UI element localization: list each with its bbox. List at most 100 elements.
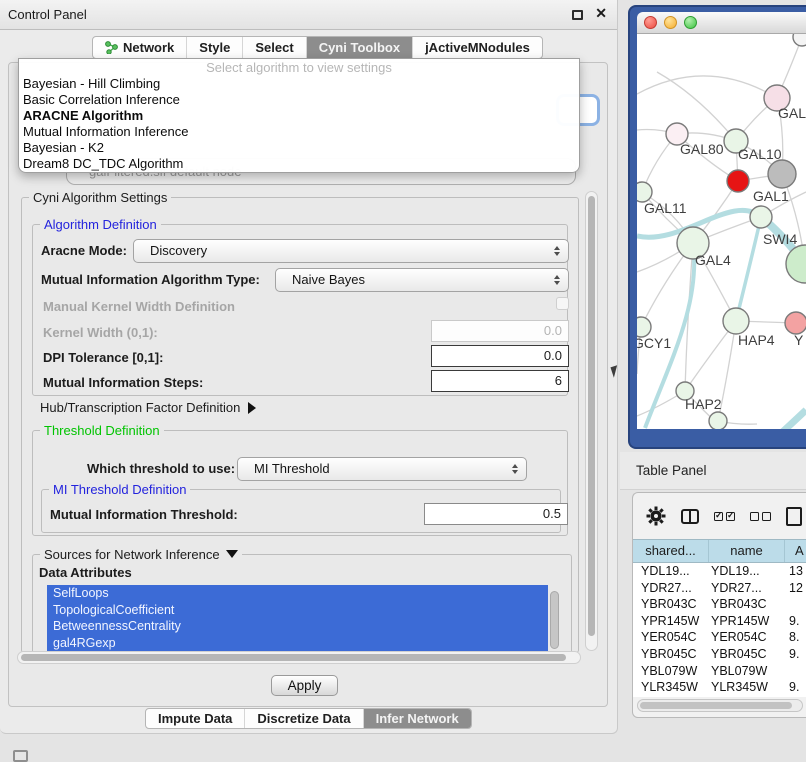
kernel-width-field[interactable]: 0.0 (431, 320, 569, 342)
network-node[interactable] (709, 412, 727, 429)
mi-threshold-definition-group: MI Threshold Definition Mutual Informati… (41, 489, 561, 533)
sources-group: Sources for Network Inference Data Attri… (32, 554, 572, 654)
table-cell: 8. (783, 629, 806, 646)
node-label: SWI4 (763, 231, 797, 247)
table-row[interactable]: YPR145WYPR145W9. (633, 613, 806, 630)
attribute-list-item[interactable]: SelfLoops (47, 585, 548, 602)
sources-title: Sources for Network Inference (40, 547, 242, 562)
network-node[interactable] (750, 206, 772, 228)
network-node[interactable] (727, 170, 749, 192)
apply-button[interactable]: Apply (271, 675, 338, 696)
new-table-icon[interactable] (786, 507, 802, 526)
table-row[interactable]: YDL19...YDL19...13 (633, 563, 806, 580)
table-cell: YER054C (707, 629, 783, 646)
mi-threshold-field[interactable]: 0.5 (424, 503, 568, 525)
algorithm-option[interactable]: Basic Correlation Inference (19, 92, 579, 108)
threshold-definition-title: Threshold Definition (40, 423, 164, 438)
mi-type-label: Mutual Information Algorithm Type: (41, 268, 260, 292)
table-row[interactable]: YBR045CYBR045C9. (633, 646, 806, 663)
table-cell: YIL052C (633, 696, 707, 697)
column-header-clipped[interactable]: A (785, 540, 806, 562)
algorithm-option[interactable]: Dream8 DC_TDC Algorithm (19, 156, 579, 172)
column-header-name[interactable]: name (709, 540, 785, 562)
algorithm-option[interactable]: Mutual Information Inference (19, 124, 579, 140)
settings-vertical-scrollbar-thumb[interactable] (588, 196, 595, 636)
manual-kernel-width-checkbox[interactable] (556, 297, 569, 310)
table-cell: YBL079W (707, 663, 783, 680)
deselect-all-columns-icon[interactable] (750, 512, 771, 521)
mi-type-combo[interactable]: Naive Bayes (275, 268, 569, 292)
algorithm-option[interactable]: ARACNE Algorithm (19, 108, 579, 124)
network-node[interactable] (768, 160, 796, 188)
column-header-shared-name[interactable]: shared... (633, 540, 709, 562)
algorithm-option[interactable]: Bayesian - Hill Climbing (19, 76, 579, 92)
network-node[interactable] (793, 34, 806, 46)
mi-threshold-label: Mutual Information Threshold: (50, 503, 238, 526)
control-panel-tabbar: Network Style Select Cyni Toolbox jActiv… (92, 36, 543, 59)
close-icon[interactable]: ✕ (595, 5, 607, 22)
float-window-icon[interactable] (572, 10, 583, 20)
tab-cyni-toolbox-label: Cyni Toolbox (319, 40, 400, 55)
close-traffic-light[interactable] (644, 16, 657, 29)
table-row[interactable]: YIL052CYIL052C9 (633, 696, 806, 697)
table-row[interactable]: YBR043CYBR043C (633, 596, 806, 613)
list-scrollbar-thumb[interactable] (550, 591, 559, 649)
tab-style[interactable]: Style (187, 37, 243, 58)
table-cell: YPR145W (633, 613, 707, 630)
tab-network[interactable]: Network (93, 37, 187, 58)
table-horizontal-scrollbar-thumb[interactable] (640, 702, 792, 709)
table-row[interactable]: YDR27...YDR27...12 (633, 580, 806, 597)
network-canvas-svg: GALGAL80GAL10GAL1GAL11SWI4GAL4HAP4YGCY1H… (637, 34, 806, 429)
table-cell: YER054C (633, 629, 707, 646)
network-node[interactable] (637, 317, 651, 337)
network-node[interactable] (637, 182, 652, 202)
minimize-traffic-light[interactable] (664, 16, 677, 29)
table-row[interactable]: YBL079WYBL079W (633, 663, 806, 680)
tab-discretize-data[interactable]: Discretize Data (245, 709, 363, 728)
table-cell: 9 (783, 696, 806, 697)
spinner-arrows-icon (554, 275, 560, 285)
table-panel: shared... name A YDL19...YDL19...13YDR27… (632, 492, 806, 718)
table-cell: YBR043C (707, 596, 783, 613)
network-node[interactable] (785, 312, 806, 334)
which-threshold-combo[interactable]: MI Threshold (237, 457, 527, 481)
zoom-traffic-light[interactable] (684, 16, 697, 29)
table-cell: YIL052C (707, 696, 783, 697)
select-all-columns-icon[interactable] (714, 512, 735, 521)
dock-panel-icon[interactable] (13, 750, 28, 762)
tab-impute-data[interactable]: Impute Data (146, 709, 245, 728)
table-row[interactable]: YER054CYER054C8. (633, 629, 806, 646)
split-columns-icon[interactable] (681, 509, 699, 524)
algorithm-option[interactable]: Bayesian - K2 (19, 140, 579, 156)
table-row[interactable]: YLR345WYLR345W9. (633, 679, 806, 696)
manual-kernel-width-label: Manual Kernel Width Definition (43, 299, 235, 314)
data-attributes-label: Data Attributes (39, 565, 132, 580)
tab-infer-network[interactable]: Infer Network (364, 709, 471, 728)
aracne-mode-combo[interactable]: Discovery (133, 239, 569, 263)
tab-cyni-toolbox[interactable]: Cyni Toolbox (307, 37, 413, 58)
tab-select[interactable]: Select (243, 37, 306, 58)
sources-title-text: Sources for Network Inference (44, 547, 220, 562)
settings-vertical-scrollbar[interactable] (585, 191, 598, 651)
control-panel-title: Control Panel (8, 0, 87, 29)
network-window-titlebar[interactable] (637, 12, 806, 34)
attribute-list-item[interactable]: BetweennessCentrality (47, 618, 548, 635)
algorithm-dropdown-list: Bayesian - Hill ClimbingBasic Correlatio… (19, 76, 579, 172)
mi-steps-field[interactable]: 6 (431, 370, 569, 392)
attribute-list-item[interactable]: TopologicalCoefficient (47, 602, 548, 619)
network-edge (637, 76, 777, 98)
table-horizontal-scrollbar[interactable] (637, 699, 803, 712)
table-cell (783, 663, 806, 680)
network-canvas[interactable]: GALGAL80GAL10GAL1GAL11SWI4GAL4HAP4YGCY1H… (637, 34, 806, 429)
table-cell: YBL079W (633, 663, 707, 680)
attribute-list-item[interactable]: gal4RGexp (47, 635, 548, 652)
tab-jactivemnodules[interactable]: jActiveMNodules (413, 37, 542, 58)
table-cell: YDR27... (633, 580, 707, 597)
settings-horizontal-scrollbar[interactable] (17, 651, 581, 664)
network-node[interactable] (786, 245, 806, 283)
network-node[interactable] (723, 308, 749, 334)
dpi-tolerance-field[interactable]: 0.0 (431, 345, 569, 367)
settings-horizontal-scrollbar-thumb[interactable] (21, 654, 566, 661)
gear-icon[interactable] (646, 506, 666, 526)
hub-definition-toggle[interactable]: Hub/Transcription Factor Definition (40, 400, 256, 415)
